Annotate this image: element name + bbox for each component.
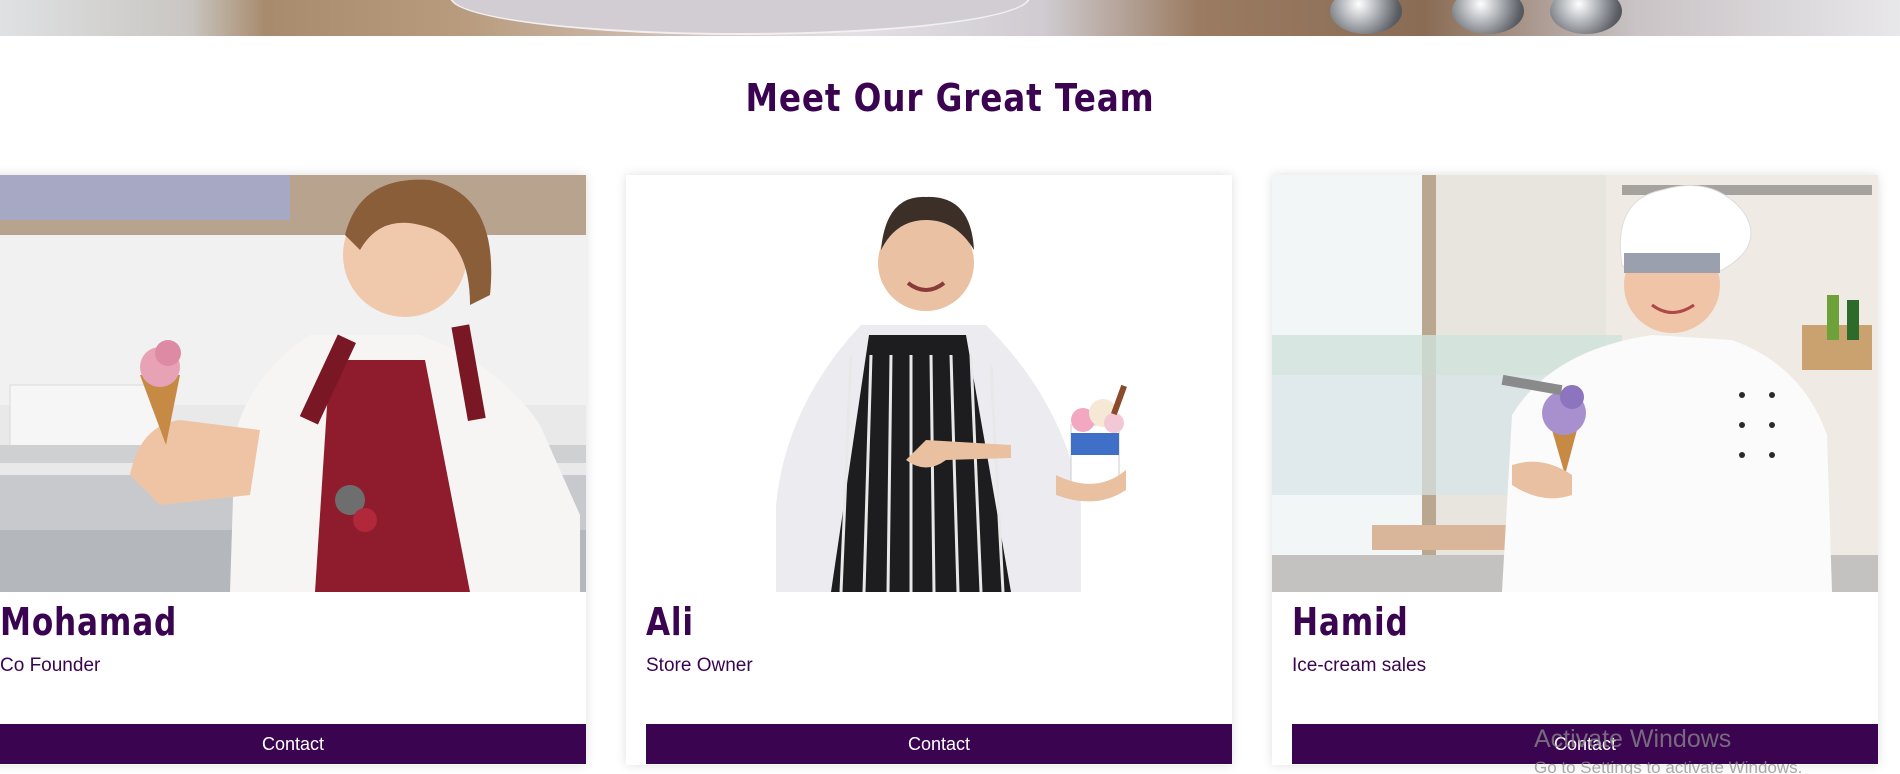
scoop-graphic [1330,0,1402,34]
team-card: Ali Store Owner Contact [626,175,1232,765]
bowl-graphic [450,0,1030,35]
scoop-graphic [1550,0,1622,34]
team-member-photo [0,175,586,592]
team-member-name: Ali [646,600,694,644]
team-member-role: Store Owner [646,655,753,676]
team-card: Hamid Ice-cream sales Contact [1272,175,1878,765]
team-member-role: Co Founder [0,655,101,676]
hero-image-strip [0,0,1900,36]
contact-button[interactable]: Contact [0,724,586,764]
team-member-name: Hamid [1292,600,1409,644]
team-member-role: Ice-cream sales [1292,655,1427,676]
contact-button[interactable]: Contact [646,724,1232,764]
activate-windows-watermark: Activate Windows [1534,725,1732,753]
team-card: Mohamad Co Founder Contact [0,175,586,765]
team-member-photo [626,175,1232,592]
team-member-name: Mohamad [0,600,178,644]
scoop-graphic [1452,0,1524,34]
activate-windows-subtitle: Go to Settings to activate Windows. [1534,758,1803,774]
section-title: Meet Our Great Team [745,76,1155,120]
team-member-photo [1272,175,1878,592]
